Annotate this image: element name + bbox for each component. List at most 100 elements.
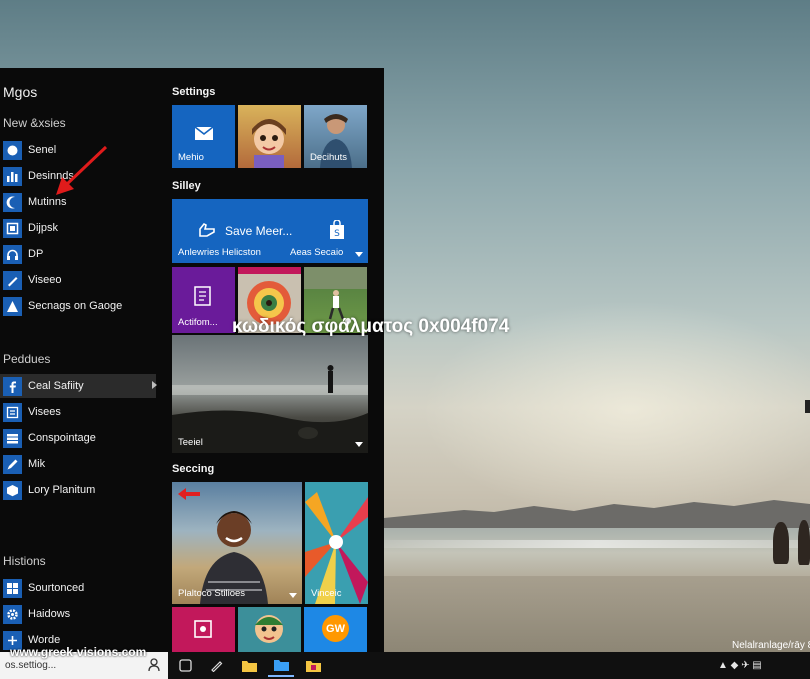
tile-label: Actifom...	[178, 317, 218, 328]
app-label: Mik	[28, 458, 46, 470]
beach-person	[798, 520, 810, 565]
headphones-icon	[3, 244, 22, 264]
group-settings: Settings	[172, 86, 216, 98]
app-item[interactable]: Lory Planitum	[0, 478, 156, 502]
app-label: Sourtonced	[28, 582, 85, 594]
app-label: Visees	[28, 406, 61, 418]
distant-mountains	[384, 500, 810, 532]
tile-label: Vinceic	[311, 588, 342, 599]
app-item[interactable]: Conspointage	[0, 426, 156, 450]
chevron-down-icon	[355, 252, 363, 257]
abstract-art-tile[interactable]: Vinceic	[305, 482, 368, 604]
wide-tile-title: Save Meer...	[225, 224, 293, 238]
app-label: DP	[28, 248, 44, 260]
wide-tile-subtitle-2: Aeas Secaio	[290, 247, 344, 258]
taskbar-app-button[interactable]	[268, 654, 294, 677]
cartoon-character-icon	[255, 615, 283, 643]
app-label: Ceal Safiity	[28, 380, 84, 392]
photo-tile[interactable]: Decihuts	[304, 105, 367, 168]
app-label: Dijpsk	[28, 222, 58, 234]
app-item[interactable]: DP	[0, 242, 156, 266]
error-code-overlay: κωδικός σφάλματος 0x004f074	[232, 316, 510, 337]
stack-icon	[3, 428, 22, 448]
search-input[interactable]: os.settiog...	[5, 660, 56, 671]
hand-icon	[199, 222, 215, 237]
tile-label: Plaltoco Stilioes	[178, 588, 246, 599]
app-item[interactable]: Mik	[0, 452, 156, 476]
silhouette-shore-icon	[172, 365, 368, 453]
cartoon-avatar-tile[interactable]	[238, 105, 301, 168]
landscape-photo-tile[interactable]: Teeiel	[172, 335, 368, 453]
beach-person	[773, 522, 789, 564]
puzzle-icon	[194, 620, 212, 638]
desktop-edge-icon	[805, 400, 810, 413]
gear-icon	[3, 604, 22, 624]
taskbar-app-button[interactable]	[236, 654, 262, 677]
abstract-burst-icon	[305, 482, 368, 604]
section-histions: Histions	[3, 554, 46, 568]
circle-icon	[3, 140, 22, 160]
grid-icon	[3, 402, 22, 422]
user-icon[interactable]	[148, 658, 160, 671]
cartoon-face-icon	[252, 119, 286, 168]
section-peddues: Peddues	[3, 352, 51, 366]
tile-label: Teeiel	[178, 437, 203, 448]
sea	[384, 528, 810, 578]
notebook-icon	[194, 286, 211, 306]
app-label: Secnags on Gaoge	[28, 300, 123, 312]
gw-tile[interactable]: GW	[304, 607, 367, 652]
cube-icon	[3, 480, 22, 500]
section-new: New &xsies	[3, 116, 66, 130]
gw-badge: GW	[322, 615, 349, 642]
red-arrow-annotation-icon	[56, 145, 108, 195]
magenta-tile[interactable]	[172, 607, 235, 652]
app-label: Haidows	[28, 608, 71, 620]
mail-icon	[194, 126, 214, 140]
folder-icon	[241, 661, 257, 672]
chart-icon	[3, 166, 22, 186]
svg-text:S: S	[334, 229, 340, 239]
frame-icon	[3, 218, 22, 238]
windows-icon	[3, 578, 22, 598]
mail-tile[interactable]: Mehio	[172, 105, 235, 168]
app-item[interactable]: Ceal Safiity	[0, 374, 156, 398]
triangle-icon	[3, 296, 22, 316]
system-tray-icons[interactable]: ▲ ◆ ✈ ▤	[718, 660, 762, 671]
facebook-icon	[3, 376, 22, 396]
onenote-tile[interactable]: Actifom...	[172, 267, 235, 333]
chevron-down-icon	[289, 593, 297, 598]
start-menu-title: Mgos	[3, 84, 38, 100]
cartoon-tile[interactable]	[238, 607, 301, 652]
taskbar-app-button[interactable]	[300, 654, 326, 677]
app-label: Lory Planitum	[28, 484, 96, 496]
watermark: www.greek-visions.com	[10, 645, 147, 659]
task-view-button[interactable]	[172, 654, 198, 677]
portrait-photo-tile[interactable]: Plaltoco Stilioes	[172, 482, 302, 604]
group-seccing: Seccing	[172, 463, 215, 475]
app-item[interactable]: Haidows	[0, 602, 156, 626]
taskbar-app-button[interactable]	[203, 654, 229, 677]
wave-foam	[384, 540, 810, 548]
pencil-icon	[3, 454, 22, 474]
app-item[interactable]: Visees	[0, 400, 156, 424]
app-label: Conspointage	[28, 432, 96, 444]
pen-icon	[3, 270, 22, 290]
app-item[interactable]: Sourtonced	[0, 576, 156, 600]
wide-store-tile[interactable]: Save Meer... S Anlewries Helicston Aeas …	[172, 199, 368, 263]
app-item[interactable]: Dijpsk	[0, 216, 156, 240]
shopping-bag-icon: S	[330, 220, 344, 239]
pen-icon	[210, 661, 222, 672]
red-arrow-left-icon	[178, 488, 200, 500]
moon-icon	[3, 192, 22, 212]
group-silley: Silley	[172, 180, 201, 192]
app-item[interactable]: Secnags on Gaoge	[0, 294, 156, 318]
tile-label: Mehio	[178, 152, 204, 163]
app-item[interactable]: Viseeo	[0, 268, 156, 292]
wide-tile-subtitle: Anlewries Helicston	[178, 247, 261, 258]
child-portrait-icon	[200, 511, 268, 604]
clock-text[interactable]: Nelalranlage/rāy 8e	[732, 640, 810, 651]
chevron-right-icon	[152, 381, 157, 389]
app-label: Viseeo	[28, 274, 62, 286]
folder-icon	[305, 661, 321, 672]
folder-icon	[273, 660, 289, 671]
